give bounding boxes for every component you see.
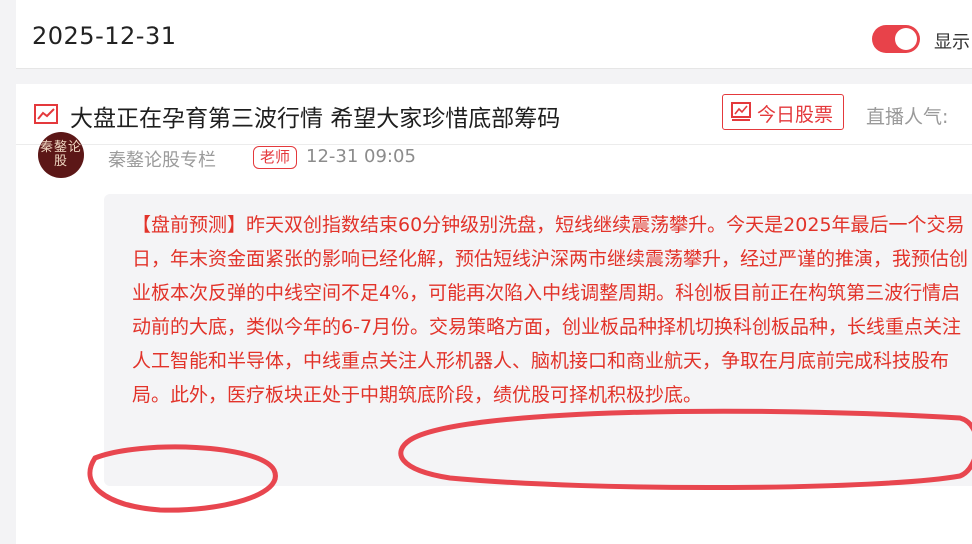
- author-avatar[interactable]: 秦鏊论股: [38, 132, 84, 178]
- post-content-bubble: 【盘前预测】昨天双创指数结束60分钟级别洗盘，短线继续震荡攀升。今天是2025年…: [104, 194, 972, 486]
- post-panel: 大盘正在孕育第三波行情 希望大家珍惜底部筹码 今日股票 直播人气: 秦鏊论股 秦…: [16, 84, 972, 544]
- stock-chart-icon: [731, 102, 751, 121]
- author-name[interactable]: 秦鏊论股专栏: [108, 146, 216, 172]
- live-popularity-label: 直播人气:: [866, 106, 949, 128]
- date-header: 2025-12-31 显示: [16, 0, 972, 69]
- post-title[interactable]: 大盘正在孕育第三波行情 希望大家珍惜底部筹码: [70, 99, 560, 133]
- post-content: 【盘前预测】昨天双创指数结束60分钟级别洗盘，短线继续震荡攀升。今天是2025年…: [132, 214, 969, 406]
- date-text: 2025-12-31: [32, 22, 177, 50]
- trend-chart-icon: [34, 104, 58, 124]
- display-toggle[interactable]: [872, 25, 920, 53]
- teacher-badge: 老师: [253, 146, 297, 169]
- display-toggle-label: 显示: [934, 32, 970, 53]
- post-title-row: 大盘正在孕育第三波行情 希望大家珍惜底部筹码 今日股票 直播人气:: [16, 84, 972, 145]
- todays-stock-button[interactable]: 今日股票: [722, 94, 844, 130]
- todays-stock-label: 今日股票: [757, 104, 834, 126]
- toggle-knob: [895, 28, 917, 50]
- post-timestamp: 12-31 09:05: [306, 146, 416, 167]
